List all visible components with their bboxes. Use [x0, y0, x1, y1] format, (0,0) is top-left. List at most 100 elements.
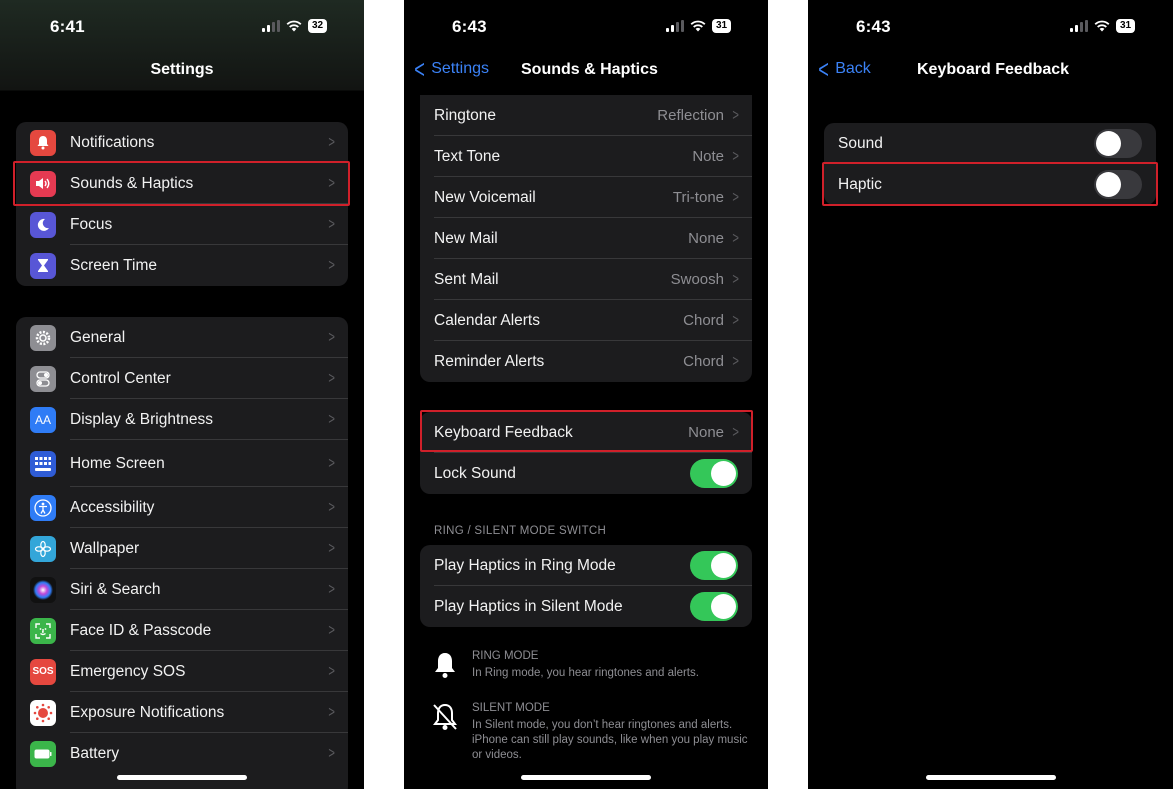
navigation-bar: < Settings Sounds & Haptics [404, 52, 768, 90]
sound-toggle[interactable] [1094, 129, 1142, 158]
tone-row-ringtone[interactable]: Ringtone Reflection > [420, 95, 752, 136]
home-indicator[interactable] [117, 775, 247, 780]
tone-row-value: Swoosh [670, 271, 724, 288]
settings-row-siri-search[interactable]: Siri & Search > [16, 569, 348, 610]
back-button[interactable]: < Settings [412, 54, 489, 84]
chevron-right-icon: > [328, 328, 335, 346]
settings-row-home-screen[interactable]: Home Screen > [16, 440, 348, 487]
ring-mode-title: RING MODE [472, 650, 539, 662]
chevron-right-icon: > [328, 369, 335, 387]
chevron-right-icon: > [328, 410, 335, 428]
silent-haptics-toggle[interactable] [690, 592, 738, 621]
tone-row-value: None [688, 230, 724, 247]
bell-icon [30, 129, 56, 156]
settings-row-notifications[interactable]: Notifications > [16, 122, 348, 163]
tone-row-value: Chord [683, 353, 724, 370]
haptic-row: Haptic [824, 164, 1156, 205]
keyboard-feedback-screen: 6:43 31 < Back Keyboard Feedback Sound H… [808, 0, 1173, 789]
battery-icon [30, 740, 56, 767]
chevron-right-icon: > [732, 423, 739, 441]
page-title: Keyboard Feedback [917, 61, 1070, 78]
settings-row-sounds-haptics[interactable]: Sounds & Haptics > [16, 163, 348, 204]
settings-row-wallpaper[interactable]: Wallpaper > [16, 528, 348, 569]
haptic-label: Haptic [838, 175, 882, 193]
settings-row-label: General [70, 328, 126, 346]
navigation-bar: < Back Keyboard Feedback [808, 52, 1173, 90]
settings-row-focus[interactable]: Focus > [16, 204, 348, 245]
tone-row-reminder-alerts[interactable]: Reminder Alerts Chord > [420, 341, 752, 382]
haptics-group: Play Haptics in Ring Mode Play Haptics i… [420, 545, 752, 627]
tone-row-text-tone[interactable]: Text Tone Note > [420, 136, 752, 177]
ring-haptics-toggle[interactable] [690, 551, 738, 580]
siri-icon [30, 576, 56, 603]
lock-sound-label: Lock Sound [434, 464, 516, 482]
sounds-haptics-screen: 6:43 31 < Settings Sounds & Haptics Ring… [404, 0, 768, 789]
settings-row-battery[interactable]: Battery > [16, 733, 348, 774]
status-time: 6:41 [50, 17, 85, 36]
moon-icon [30, 211, 56, 238]
tone-row-label: Sent Mail [434, 270, 499, 288]
settings-group-1: Notifications > Sounds & Haptics > Focus… [16, 122, 348, 286]
accessibility-icon [30, 494, 56, 521]
page-title: Sounds & Haptics [521, 61, 658, 78]
silent-haptics-label: Play Haptics in Silent Mode [434, 597, 623, 615]
status-bar: 6:41 32 [0, 0, 364, 52]
cellular-signal-icon [666, 20, 684, 32]
chevron-right-icon: > [328, 454, 335, 472]
keyboard-feedback-row[interactable]: Keyboard Feedback None > [420, 412, 752, 453]
silent-mode-info: SILENT MODE In Silent mode, you don’t he… [430, 702, 748, 763]
settings-row-label: Wallpaper [70, 539, 140, 557]
navigation-bar: Settings [0, 52, 364, 90]
cellular-signal-icon [262, 20, 280, 32]
ring-mode-info: RING MODE In Ring mode, you hear rington… [430, 650, 748, 681]
ring-mode-text: In Ring mode, you hear ringtones and ale… [472, 667, 699, 679]
tone-row-label: Ringtone [434, 106, 497, 124]
tone-row-calendar-alerts[interactable]: Calendar Alerts Chord > [420, 300, 752, 341]
chevron-right-icon: > [328, 621, 335, 639]
tone-row-sent-mail[interactable]: Sent Mail Swoosh > [420, 259, 752, 300]
tone-row-label: Text Tone [434, 147, 501, 165]
text-size-icon: AA [30, 406, 56, 433]
status-time: 6:43 [452, 17, 487, 36]
keyboard-lock-group: Keyboard Feedback None > Lock Sound [420, 412, 752, 494]
bell-slash-icon [433, 703, 457, 730]
settings-row-display-brightness[interactable]: AA Display & Brightness > [16, 399, 348, 440]
tone-row-label: Reminder Alerts [434, 352, 545, 370]
settings-row-general[interactable]: General > [16, 317, 348, 358]
ring-haptics-row: Play Haptics in Ring Mode [420, 545, 752, 586]
chevron-right-icon: > [328, 580, 335, 598]
page-title: Settings [150, 61, 214, 78]
chevron-right-icon: > [328, 662, 335, 680]
chevron-right-icon: > [732, 270, 739, 288]
battery-indicator: 31 [712, 19, 732, 33]
settings-row-label: Home Screen [70, 454, 165, 472]
chevron-right-icon: > [328, 744, 335, 762]
grid-icon [30, 450, 56, 477]
lock-sound-toggle[interactable] [690, 459, 738, 488]
settings-row-screen-time[interactable]: Screen Time > [16, 245, 348, 286]
battery-indicator: 32 [308, 19, 328, 33]
settings-screen: 6:41 32 Settings Notifications > Sounds … [0, 0, 364, 789]
tone-row-new-voicemail[interactable]: New Voicemail Tri-tone > [420, 177, 752, 218]
chevron-left-icon: < [818, 54, 829, 84]
ring-haptics-label: Play Haptics in Ring Mode [434, 556, 616, 574]
settings-row-face-id-passcode[interactable]: Face ID & Passcode > [16, 610, 348, 651]
keyboard-feedback-group: Sound Haptic [824, 123, 1156, 205]
lock-sound-row: Lock Sound [420, 453, 752, 494]
settings-row-exposure-notifications[interactable]: Exposure Notifications > [16, 692, 348, 733]
home-indicator[interactable] [521, 775, 651, 780]
settings-row-label: Battery [70, 744, 120, 762]
settings-row-label: Face ID & Passcode [70, 621, 212, 639]
tones-group: Ringtone Reflection > Text Tone Note > N… [420, 95, 752, 382]
chevron-left-icon: < [414, 54, 425, 84]
silent-mode-text: In Silent mode, you don’t hear ringtones… [472, 719, 748, 761]
status-bar: 6:43 31 [808, 0, 1173, 52]
tone-row-new-mail[interactable]: New Mail None > [420, 218, 752, 259]
back-button[interactable]: < Back [816, 54, 870, 84]
chevron-right-icon: > [328, 133, 335, 151]
home-indicator[interactable] [925, 775, 1056, 780]
settings-row-accessibility[interactable]: Accessibility > [16, 487, 348, 528]
settings-row-control-center[interactable]: Control Center > [16, 358, 348, 399]
haptic-toggle[interactable] [1094, 170, 1142, 199]
settings-row-emergency-sos[interactable]: SOS Emergency SOS > [16, 651, 348, 692]
